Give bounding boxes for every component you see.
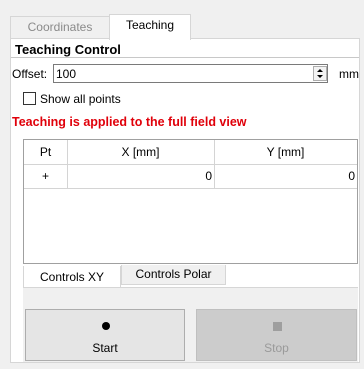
record-icon (102, 322, 110, 330)
show-all-points-label[interactable]: Show all points (40, 92, 121, 106)
table-cell-pt[interactable]: + (24, 165, 67, 188)
teaching-warning: Teaching is applied to the full field vi… (12, 115, 247, 129)
points-table[interactable]: Pt X [mm] Y [mm] + 0 0 (23, 139, 358, 264)
teaching-panel: Teaching Control Offset: mm Show all poi… (10, 38, 360, 363)
tab-teaching[interactable]: Teaching (109, 14, 191, 40)
offset-spinner[interactable] (313, 66, 327, 81)
tab-coordinates[interactable]: Coordinates (10, 16, 110, 38)
tab-controls-xy[interactable]: Controls XY (23, 266, 121, 288)
section-title: Teaching Control (15, 42, 121, 57)
table-cell-y[interactable]: 0 (214, 165, 355, 188)
row-divider (24, 188, 357, 189)
offset-unit: mm (339, 67, 359, 81)
show-all-points-checkbox[interactable] (23, 92, 36, 105)
start-button-label: Start (92, 341, 118, 355)
title-divider (11, 57, 359, 58)
offset-input[interactable] (53, 64, 328, 83)
column-header-y: Y [mm] (266, 145, 305, 159)
start-button[interactable]: Start (25, 309, 185, 361)
stop-button-label: Stop (264, 341, 289, 355)
tab-controls-polar[interactable]: Controls Polar (121, 265, 226, 285)
column-header-pt: Pt (39, 145, 52, 159)
stop-button[interactable]: Stop (196, 309, 357, 361)
stop-icon (273, 322, 282, 331)
column-header-x: X [mm] (121, 145, 160, 159)
table-cell-x[interactable]: 0 (67, 165, 212, 188)
offset-label: Offset: (12, 67, 48, 81)
spin-down-icon[interactable] (314, 74, 326, 81)
